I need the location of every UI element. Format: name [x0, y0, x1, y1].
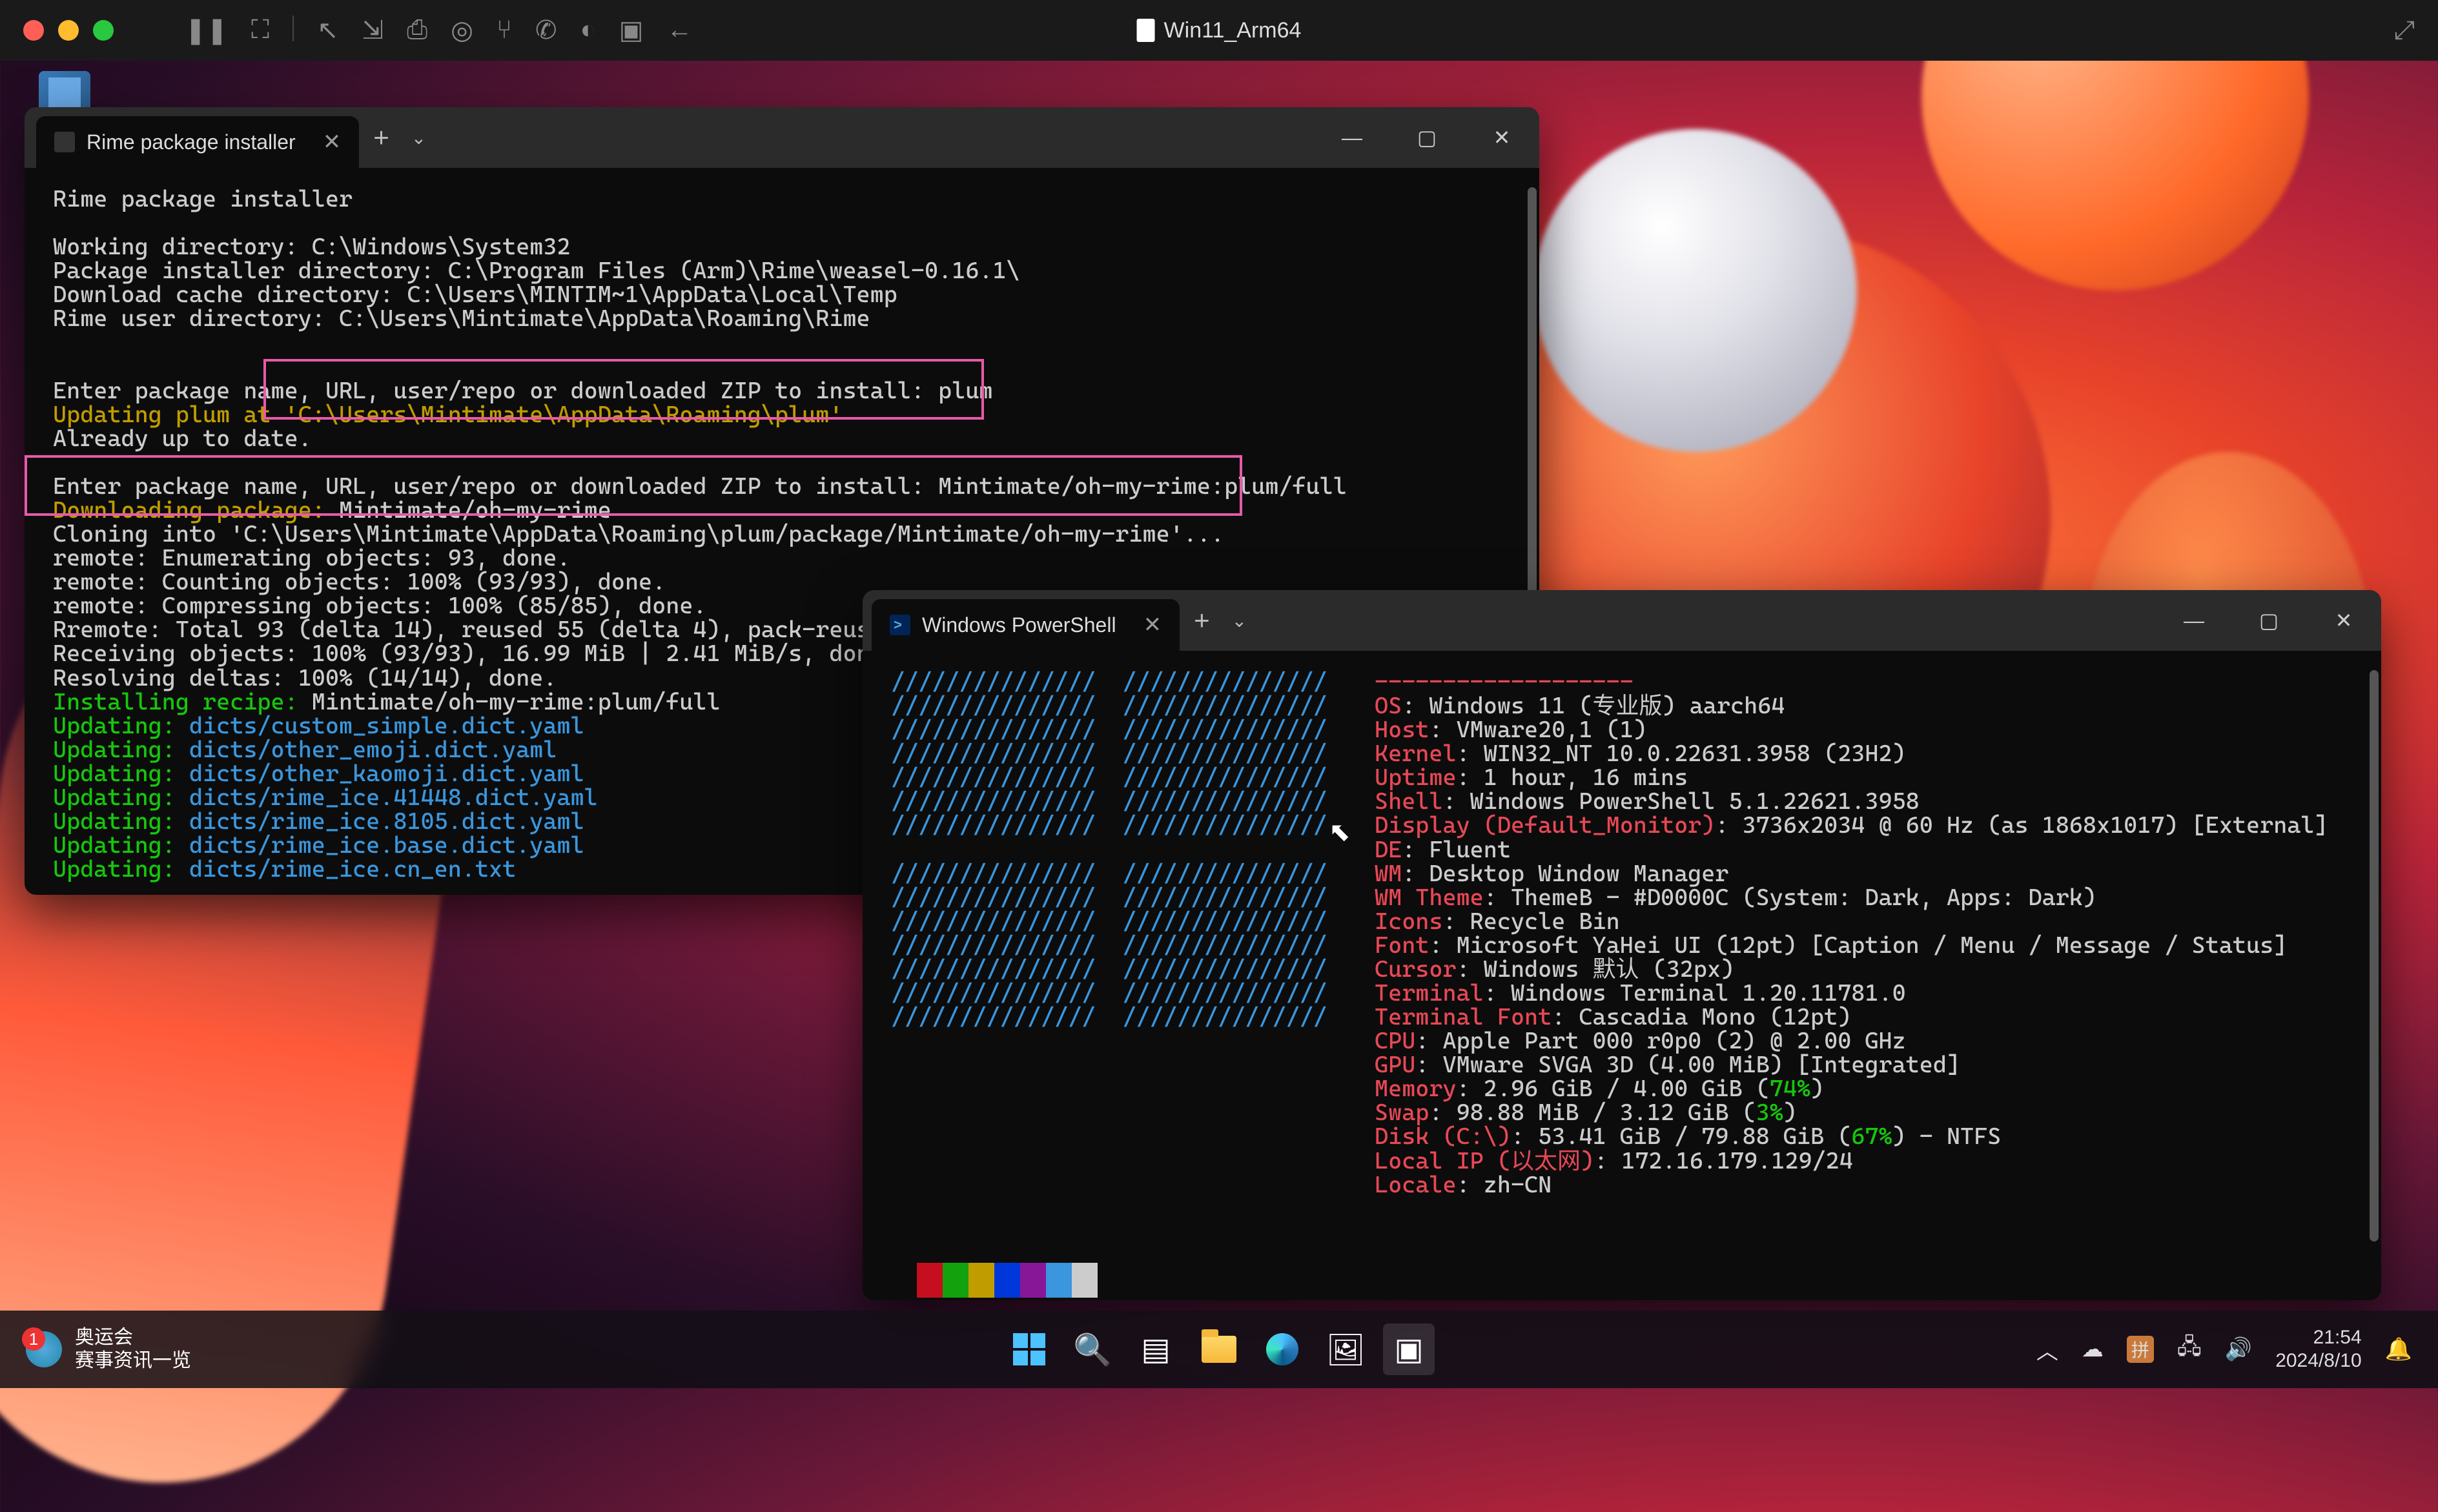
clock-date: 2024/8/10: [2275, 1349, 2361, 1373]
scrollbar[interactable]: [2370, 670, 2379, 1241]
tab-title: Windows PowerShell: [922, 613, 1116, 637]
new-tab-button[interactable]: +: [1180, 590, 1224, 651]
notifications-icon[interactable]: 🔔: [2385, 1336, 2412, 1362]
scrollbar[interactable]: [1528, 187, 1537, 653]
start-button[interactable]: [1003, 1323, 1055, 1375]
new-tab-button[interactable]: +: [359, 107, 404, 168]
taskbar-center: 🔍 ▤ 🖼 ▣: [1003, 1323, 1435, 1375]
terminal-window-powershell: Windows PowerShell ✕ + ⌄ ― ▢ ✕ /////////…: [863, 590, 2381, 1300]
news-line2: 赛事资讯一览: [75, 1349, 191, 1373]
cursor-icon[interactable]: ↖: [317, 15, 339, 45]
usb-icon[interactable]: ⑂: [497, 15, 512, 45]
search-button[interactable]: 🔍: [1067, 1323, 1118, 1375]
volume-icon[interactable]: 🔊: [2225, 1336, 2252, 1362]
onedrive-icon[interactable]: ☁: [2082, 1336, 2104, 1362]
back-icon[interactable]: ←: [666, 15, 692, 45]
clock[interactable]: 21:54 2024/8/10: [2275, 1326, 2361, 1373]
expand-icon[interactable]: ⤢: [2394, 16, 2415, 45]
photos-button[interactable]: 🖼: [1320, 1323, 1371, 1375]
highlight-box-2: [25, 455, 1242, 516]
terminal-icon: [54, 132, 75, 152]
vm-title: Win11_Arm64: [1137, 18, 1302, 43]
maximize-button[interactable]: ▢: [2231, 590, 2306, 651]
zoom-traffic[interactable]: [93, 20, 114, 41]
winfetch-logo: /////////////// /////////////// ////////…: [891, 670, 1327, 1197]
powershell-icon: [890, 615, 910, 635]
color-palette: [891, 1263, 2353, 1298]
news-line1: 奥运会: [75, 1326, 191, 1349]
vm-title-text: Win11_Arm64: [1164, 18, 1302, 43]
camera-icon[interactable]: ▣: [619, 15, 644, 45]
file-explorer-button[interactable]: [1193, 1323, 1245, 1375]
edge-button[interactable]: [1256, 1323, 1308, 1375]
windows-taskbar: 奥运会 赛事资讯一览 🔍 ▤ 🖼 ▣ ︿ ☁ 拼 🖧 🔊 21:54 2024/…: [0, 1311, 2438, 1388]
close-tab-icon[interactable]: ✕: [323, 129, 342, 155]
minimize-button[interactable]: ―: [1315, 107, 1389, 168]
screen-icon[interactable]: ⛶: [251, 15, 269, 45]
minimize-button[interactable]: ―: [2156, 590, 2231, 651]
print-icon[interactable]: ⎙: [407, 15, 427, 45]
highlight-box-1: [263, 359, 984, 420]
resize-icon[interactable]: ⇲: [362, 15, 384, 45]
vm-host-titlebar: ❚❚ ⛶ ↖ ⇲ ⎙ ◎ ⑂ ✆ ◐ ▣ ← Win11_Arm64 ⤢: [0, 0, 2438, 61]
vm-toolbar: ❚❚ ⛶ ↖ ⇲ ⎙ ◎ ⑂ ✆ ◐ ▣ ←: [185, 15, 692, 45]
tab-dropdown-icon[interactable]: ⌄: [404, 107, 434, 168]
maximize-button[interactable]: ▢: [1389, 107, 1464, 168]
tab-title: Rime package installer: [87, 130, 296, 154]
ime-icon[interactable]: 拼: [2127, 1336, 2154, 1363]
tab-dropdown-icon[interactable]: ⌄: [1224, 590, 1255, 651]
headset-icon[interactable]: ◐: [580, 15, 595, 45]
network-icon[interactable]: 🖧: [2177, 1331, 2202, 1368]
winfetch-info: ------------------- OS: Windows 11 (专业版)…: [1375, 670, 2328, 1197]
tray-chevron-icon[interactable]: ︿: [2036, 1334, 2058, 1365]
tab-powershell[interactable]: Windows PowerShell ✕: [872, 599, 1180, 651]
tab-rime-installer[interactable]: Rime package installer ✕: [36, 116, 359, 168]
terminal-taskbar-button[interactable]: ▣: [1383, 1323, 1435, 1375]
minimize-traffic[interactable]: [58, 20, 79, 41]
titlebar[interactable]: Rime package installer ✕ + ⌄ ― ▢ ✕: [25, 107, 1539, 168]
close-button[interactable]: ✕: [1464, 107, 1539, 168]
phone-icon[interactable]: ✆: [535, 15, 557, 45]
task-view-button[interactable]: ▤: [1130, 1323, 1182, 1375]
clock-time: 21:54: [2275, 1326, 2361, 1349]
news-badge-icon: [26, 1331, 62, 1367]
close-traffic[interactable]: [23, 20, 44, 41]
system-tray: ︿ ☁ 拼 🖧 🔊 21:54 2024/8/10 🔔: [2036, 1326, 2438, 1373]
document-icon: [1137, 19, 1155, 42]
disc-icon[interactable]: ◎: [451, 15, 473, 45]
taskbar-widgets[interactable]: 奥运会 赛事资讯一览: [0, 1326, 191, 1373]
close-button[interactable]: ✕: [2306, 590, 2381, 651]
traffic-lights: [23, 20, 114, 41]
pause-icon[interactable]: ❚❚: [185, 15, 228, 45]
terminal-output[interactable]: /////////////// /////////////// ////////…: [863, 651, 2381, 1300]
titlebar[interactable]: Windows PowerShell ✕ + ⌄ ― ▢ ✕: [863, 590, 2381, 651]
close-tab-icon[interactable]: ✕: [1143, 612, 1162, 638]
